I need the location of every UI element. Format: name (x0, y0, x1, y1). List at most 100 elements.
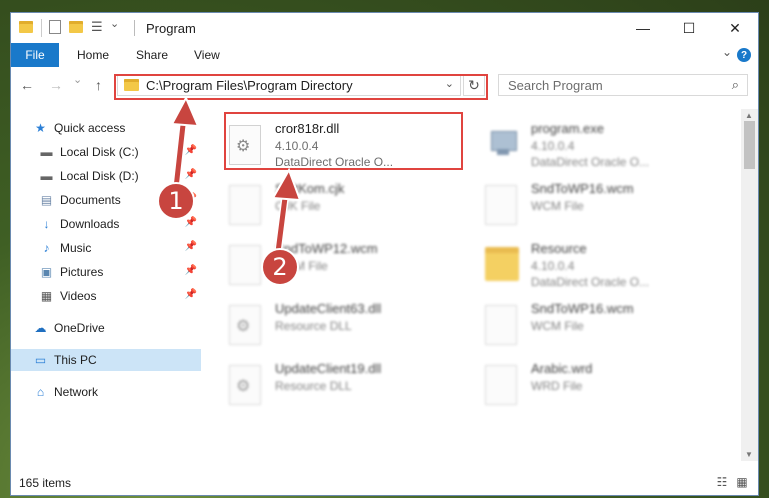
maximize-button[interactable]: ☐ (666, 13, 712, 43)
file-icon (485, 305, 517, 345)
tiles-view-icon[interactable]: ▦ (734, 475, 750, 489)
sidebar-item-label: OneDrive (54, 321, 105, 335)
videos-icon: ▦ (40, 288, 53, 303)
ribbon: File Home Share View ⌄ ? (11, 43, 758, 67)
help-icon[interactable]: ? (737, 48, 751, 62)
sidebar-item-music[interactable]: ♪ Music 📌 (11, 237, 201, 259)
file-tile-arabic-wrd[interactable]: Arabic.wrd WRD File (485, 361, 721, 419)
file-detail: DataDirect Oracle O... (531, 155, 650, 169)
scroll-up-icon[interactable]: ▲ (745, 111, 753, 120)
file-name: program.exe (531, 121, 604, 136)
minimize-button[interactable]: — (620, 13, 666, 43)
file-tile-softkom-cjk[interactable]: SoftKom.cjk CJK File (229, 181, 465, 239)
file-detail: Resource DLL (275, 319, 352, 333)
sidebar-item-pictures[interactable]: ▣ Pictures 📌 (11, 261, 201, 283)
file-detail: WRD File (531, 379, 583, 393)
file-name: Arabic.wrd (531, 361, 593, 376)
navigation-pane: ★ Quick access ▬ Local Disk (C:) 📌 ▬ Loc… (11, 109, 201, 461)
back-button[interactable]: ← (20, 77, 34, 93)
sidebar-item-label: Quick access (54, 121, 126, 135)
title-bar: ☰ ⌄ Program — ☐ ✕ (11, 13, 758, 43)
file-tile-sndtowp16-wcm[interactable]: SndToWP16.wcm WCM File (485, 181, 721, 239)
sidebar-item-label: Local Disk (C:) (60, 145, 139, 159)
new-folder-icon[interactable] (69, 21, 83, 33)
address-highlight-box (114, 74, 488, 100)
file-name: UpdateClient19.dll (275, 361, 382, 376)
pin-icon[interactable]: 📌 (185, 217, 197, 228)
sidebar-item-label: Videos (60, 289, 97, 303)
network-icon: ⌂ (36, 384, 45, 399)
search-input[interactable]: Search Program (508, 78, 603, 93)
folder-icon (19, 21, 33, 33)
sidebar-item-onedrive[interactable]: ☁ OneDrive (11, 317, 201, 339)
file-tile-program-exe[interactable]: program.exe 4.10.0.4 DataDirect Oracle O… (485, 121, 721, 179)
file-name: SndToWP16.wcm (531, 181, 634, 196)
gear-icon: ⚙ (236, 318, 251, 335)
dll-file-icon: ⚙ (229, 365, 261, 405)
step-1-badge: 1 (157, 182, 195, 220)
ribbon-collapse-icon[interactable]: ⌄ (722, 45, 732, 59)
scrollbar-thumb[interactable] (744, 121, 755, 169)
file-icon (485, 185, 517, 225)
tab-view[interactable]: View (194, 48, 220, 62)
pin-icon[interactable]: 📌 (185, 289, 197, 300)
pin-icon[interactable]: 📌 (185, 241, 197, 252)
search-box[interactable]: Search Program ⌕ (498, 74, 748, 96)
file-detail: WCM File (531, 319, 584, 333)
sidebar-item-local-disk-c[interactable]: ▬ Local Disk (C:) 📌 (11, 141, 201, 163)
file-detail: Resource DLL (275, 379, 352, 393)
recent-locations-icon[interactable]: ⌄ (73, 73, 82, 86)
star-icon: ★ (35, 120, 46, 135)
file-name: SndToWP16.wcm (531, 301, 634, 316)
cloud-icon: ☁ (34, 320, 47, 335)
up-button[interactable]: ↑ (95, 77, 102, 93)
drive-icon: ▬ (40, 144, 53, 159)
tab-home[interactable]: Home (77, 48, 109, 62)
search-icon[interactable]: ⌕ (732, 77, 739, 93)
customize-qat-icon[interactable]: ☰ (91, 19, 103, 35)
vertical-scrollbar[interactable]: ▲ ▼ (741, 109, 758, 461)
qat-dropdown-icon[interactable]: ⌄ (110, 17, 119, 30)
file-name: UpdateClient63.dll (275, 301, 382, 316)
sidebar-item-label: Pictures (60, 265, 104, 279)
file-icon (229, 245, 261, 285)
details-view-icon[interactable]: ☷ (714, 475, 730, 489)
close-button[interactable]: ✕ (712, 13, 758, 43)
properties-icon[interactable] (49, 20, 61, 34)
file-detail: 4.10.0.4 (531, 139, 575, 153)
tab-share[interactable]: Share (136, 48, 168, 62)
file-detail: 4.10.0.4 (531, 259, 575, 273)
file-tile-updateclient19-dll[interactable]: ⚙ UpdateClient19.dll Resource DLL (229, 361, 465, 419)
sidebar-item-label: Documents (60, 193, 121, 207)
music-icon: ♪ (43, 240, 50, 255)
sidebar-item-label: Downloads (60, 217, 120, 231)
sidebar-item-this-pc[interactable]: ▭ This PC (11, 349, 201, 371)
file-tile-updateclient63-dll[interactable]: ⚙ UpdateClient63.dll Resource DLL (229, 301, 465, 359)
tab-file[interactable]: File (11, 43, 59, 67)
file-tile-sndtowp16-wcm-2[interactable]: SndToWP16.wcm WCM File (485, 301, 721, 359)
file-tile-resource[interactable]: Resource 4.10.0.4 DataDirect Oracle O... (485, 241, 721, 299)
status-bar: 165 items ☷ ▦ (11, 471, 758, 495)
title-divider (134, 20, 135, 36)
file-icon (229, 185, 261, 225)
file-highlight-box (224, 112, 463, 170)
sidebar-item-network[interactable]: ⌂ Network (11, 381, 201, 403)
pin-icon[interactable]: 📌 (185, 265, 197, 276)
scroll-down-icon[interactable]: ▼ (745, 450, 753, 459)
pin-icon[interactable]: 📌 (185, 169, 197, 180)
file-name: SoftKom.cjk (275, 181, 345, 196)
forward-button[interactable]: → (49, 77, 63, 93)
file-icon (485, 365, 517, 405)
pictures-icon: ▣ (40, 264, 53, 279)
sidebar-item-label: This PC (54, 353, 97, 367)
sidebar-item-quick-access[interactable]: ★ Quick access (11, 117, 201, 139)
sidebar-item-label: Local Disk (D:) (60, 169, 139, 183)
gear-icon: ⚙ (236, 378, 251, 395)
sidebar-item-videos[interactable]: ▦ Videos 📌 (11, 285, 201, 307)
sidebar-item-label: Music (60, 241, 92, 255)
computer-icon: ▭ (34, 352, 47, 367)
window-title: Program (146, 21, 196, 36)
pin-icon[interactable]: 📌 (185, 145, 197, 156)
documents-icon: ▤ (40, 192, 53, 207)
file-name: Resource (531, 241, 587, 256)
